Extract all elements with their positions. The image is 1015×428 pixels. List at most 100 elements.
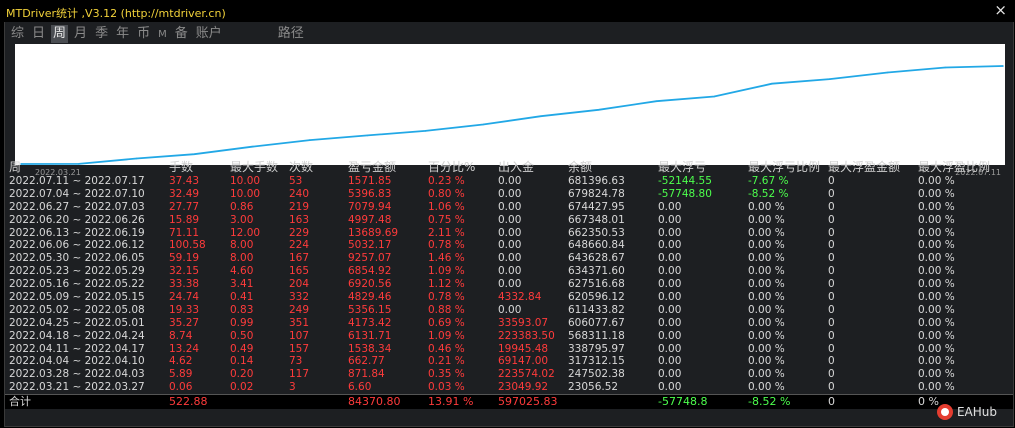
table-cell: 0.00 % [748,368,785,381]
table-cell: 662.77 [348,355,385,368]
table-cell: 0.00 % [748,303,785,316]
table-cell: 2022.06.27 ~ 2022.07.03 [9,200,145,213]
table-cell: 15.89 [169,213,200,226]
table-cell: 0.00 % [748,291,785,304]
table-cell: 0.00 % [748,213,785,226]
table-row[interactable]: 2022.04.11 ~ 2022.04.17 13.24 0.49 157 1538.… [5,343,1013,356]
table-cell: 0.00 % [918,226,955,239]
table-cell: 0.00 [658,252,682,265]
table-cell: 0.21 % [428,355,465,368]
table-cell: 0 [828,187,835,200]
table-cell: 0.00 % [748,278,785,291]
table-cell: 0.00 [658,355,682,368]
total-cell: -8.52 % [748,395,791,409]
table-cell: 0.75 % [428,213,465,226]
table-cell: 229 [289,226,310,239]
table-cell: 351 [289,316,310,329]
table-cell: 10.00 [230,187,261,200]
tab-6[interactable]: 币 [135,25,152,43]
table-row[interactable]: 2022.05.30 ~ 2022.06.05 59.19 8.00 167 9257.… [5,252,1013,265]
table-cell: 1571.85 [348,175,392,187]
table-cell: 0.00 [658,278,682,291]
table-cell: 53 [289,175,303,187]
table-cell: 2022.04.11 ~ 2022.04.17 [9,342,145,355]
table-cell: 0.00 [498,252,522,265]
tab-3[interactable]: 月 [72,25,89,43]
table-row[interactable]: 2022.05.09 ~ 2022.05.15 24.74 0.41 332 4829.… [5,291,1013,304]
table-cell: 0.00 [658,239,682,252]
table-cell: 0.02 [230,381,254,394]
table-cell: 0.00 % [918,342,955,355]
table-cell: 0.00 % [918,355,955,368]
table-cell: 27.77 [169,200,200,213]
table-cell: 0.14 [230,355,254,368]
table-row[interactable]: 2022.05.02 ~ 2022.05.08 19.33 0.83 249 5356.… [5,304,1013,317]
table-cell: 223383.50 [498,329,555,342]
table-cell: 0.00 [498,278,522,291]
table-row[interactable]: 2022.06.13 ~ 2022.06.19 71.11 12.00 229 1368… [5,227,1013,240]
table-row[interactable]: 2022.03.21 ~ 2022.03.27 0.06 0.02 3 6.60 0.03… [5,381,1013,394]
tab-2[interactable]: 周 [51,25,69,43]
table-row[interactable]: 2022.03.28 ~ 2022.04.03 5.89 0.20 117 871.84… [5,368,1013,381]
table-cell: 1538.34 [348,342,392,355]
table-row[interactable]: 2022.06.20 ~ 2022.06.26 15.89 3.00 163 4997.… [5,214,1013,227]
table-cell: 6131.71 [348,329,392,342]
total-cell: 0 [828,395,835,409]
title-bar: MTDriver统计 ,V3.12 (http://mtdriver.cn) × [0,0,1015,22]
table-cell: 0 [828,342,835,355]
table-cell: 2022.06.20 ~ 2022.06.26 [9,213,145,226]
table-cell: 249 [289,303,310,316]
table-row[interactable]: 2022.04.18 ~ 2022.04.24 8.74 0.50 107 6131.7… [5,330,1013,343]
tab-0[interactable]: 综 [9,25,26,43]
table-cell: 8.74 [169,329,193,342]
tab-5[interactable]: 年 [114,25,131,43]
table-cell: 0.00 % [748,355,785,368]
total-row: 合计 522.88 84370.80 13.91 % 597025.83 -57748.8… [5,394,1013,410]
table-cell: 0.00 [498,200,522,213]
table-row[interactable]: 2022.05.23 ~ 2022.05.29 32.15 4.60 165 6854.… [5,265,1013,278]
table-cell: 0.88 % [428,303,465,316]
balance-point [424,130,427,132]
table-row[interactable]: 2022.06.27 ~ 2022.07.03 27.77 0.86 219 7079.… [5,201,1013,214]
table-cell: 0.00 % [748,342,785,355]
table-row[interactable]: 2022.04.25 ~ 2022.05.01 35.27 0.99 351 4173.… [5,317,1013,330]
table-cell: 2022.06.06 ~ 2022.06.12 [9,239,145,252]
table-row[interactable]: 2022.05.16 ~ 2022.05.22 33.38 3.41 204 6920.… [5,278,1013,291]
column-header: 盈亏金额 [348,160,397,174]
tab-9[interactable]: 账户 [194,25,224,43]
table-cell: 32.15 [169,265,200,278]
total-cell: -57748.8 [658,395,708,409]
tab-1[interactable]: 日 [30,25,47,43]
tab-8[interactable]: 备 [173,25,190,43]
table-cell: 0.83 [230,303,254,316]
tab-4[interactable]: 季 [93,25,110,43]
table-row[interactable]: 2022.06.06 ~ 2022.06.12 100.58 8.00 224 5032… [5,239,1013,252]
tab-10[interactable]: 路径 [276,25,306,43]
table-cell: -7.67 % [748,175,789,187]
table-row[interactable]: 2022.04.04 ~ 2022.04.10 4.62 0.14 73 662.77 0… [5,355,1013,368]
tab-7[interactable]: M [156,26,169,44]
table-cell: 4829.46 [348,291,392,304]
table-cell: 0.00 % [748,252,785,265]
table-cell: 0.00 % [918,316,955,329]
table-row[interactable]: 2022.07.11 ~ 2022.07.17 37.43 10.00 53 1571.… [5,175,1013,188]
table-cell: 0.03 % [428,381,465,394]
table-row[interactable]: 2022.07.04 ~ 2022.07.10 32.49 10.00 240 5396… [5,188,1013,201]
eahub-watermark: EAHub [936,402,997,422]
table-cell: 1.09 % [428,265,465,278]
table-cell: 0 [828,252,835,265]
table-cell: 643628.67 [568,252,625,265]
table-cell: 247502.38 [568,368,625,381]
table-cell: 32.49 [169,187,200,200]
column-header: 余额 [568,160,593,174]
table-cell: 2022.03.21 ~ 2022.03.27 [9,381,145,394]
table-cell: 2022.04.25 ~ 2022.05.01 [9,316,145,329]
close-icon[interactable]: × [994,2,1007,18]
table-cell: 0.00 [658,342,682,355]
table-cell: 4.62 [169,355,193,368]
table-cell: 6920.56 [348,278,392,291]
table-cell: 0.00 % [748,316,785,329]
table-cell: 23056.52 [568,381,619,394]
table-cell: 3 [289,381,296,394]
table-cell: 19.33 [169,303,200,316]
